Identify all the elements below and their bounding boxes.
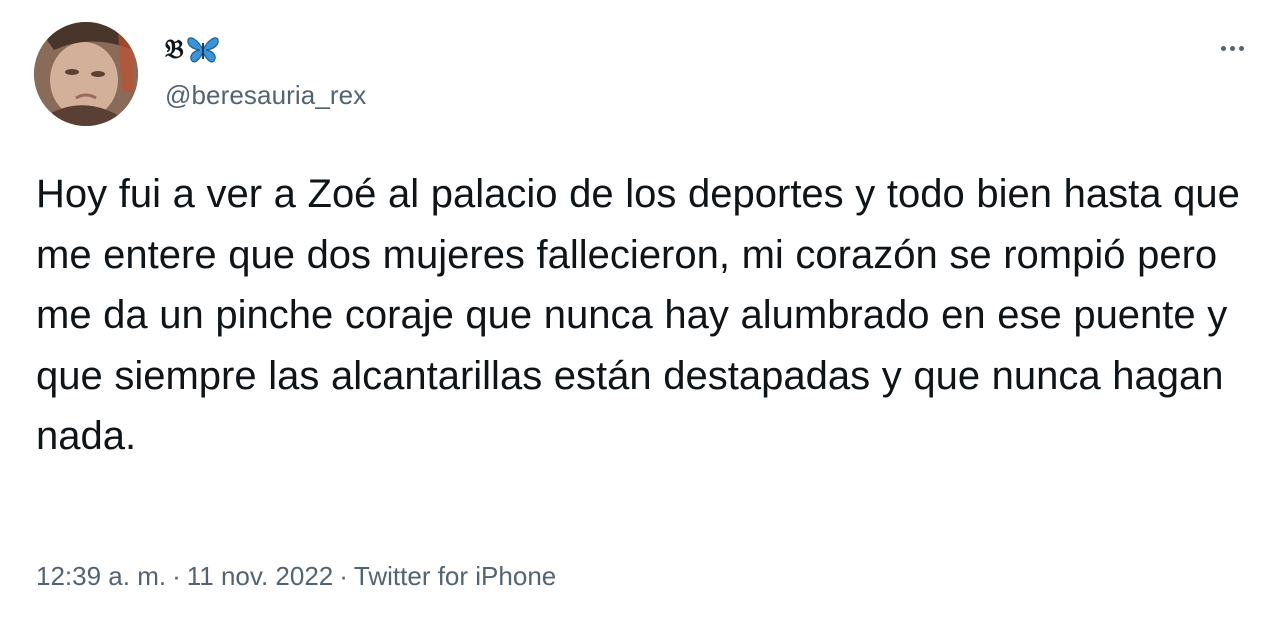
meta-separator: · [339, 561, 348, 591]
tweet-card: 𝔅 @beresauria_rex Hoy fui a ver a Zoé al… [0, 0, 1278, 620]
dot-icon [1220, 45, 1226, 51]
display-name-letter: 𝔅 [165, 34, 184, 65]
tweet-time[interactable]: 12:39 a. m. [36, 561, 166, 592]
avatar[interactable] [34, 22, 138, 126]
dot-icon [1229, 45, 1235, 51]
meta-separator: · [172, 561, 181, 591]
more-options-icon[interactable] [1214, 36, 1250, 60]
tweet-text: Hoy fui a ver a Zoé al palacio de los de… [36, 172, 1240, 458]
display-name[interactable]: 𝔅 [165, 30, 220, 70]
dot-icon [1238, 45, 1244, 51]
tweet-date[interactable]: 11 nov. 2022 [187, 561, 334, 592]
tweet-meta: 12:39 a. m. · 11 nov. 2022 · Twitter for… [36, 561, 556, 592]
user-handle[interactable]: @beresauria_rex [165, 80, 366, 111]
tweet-source[interactable]: Twitter for iPhone [354, 561, 556, 592]
butterfly-icon [186, 35, 220, 65]
